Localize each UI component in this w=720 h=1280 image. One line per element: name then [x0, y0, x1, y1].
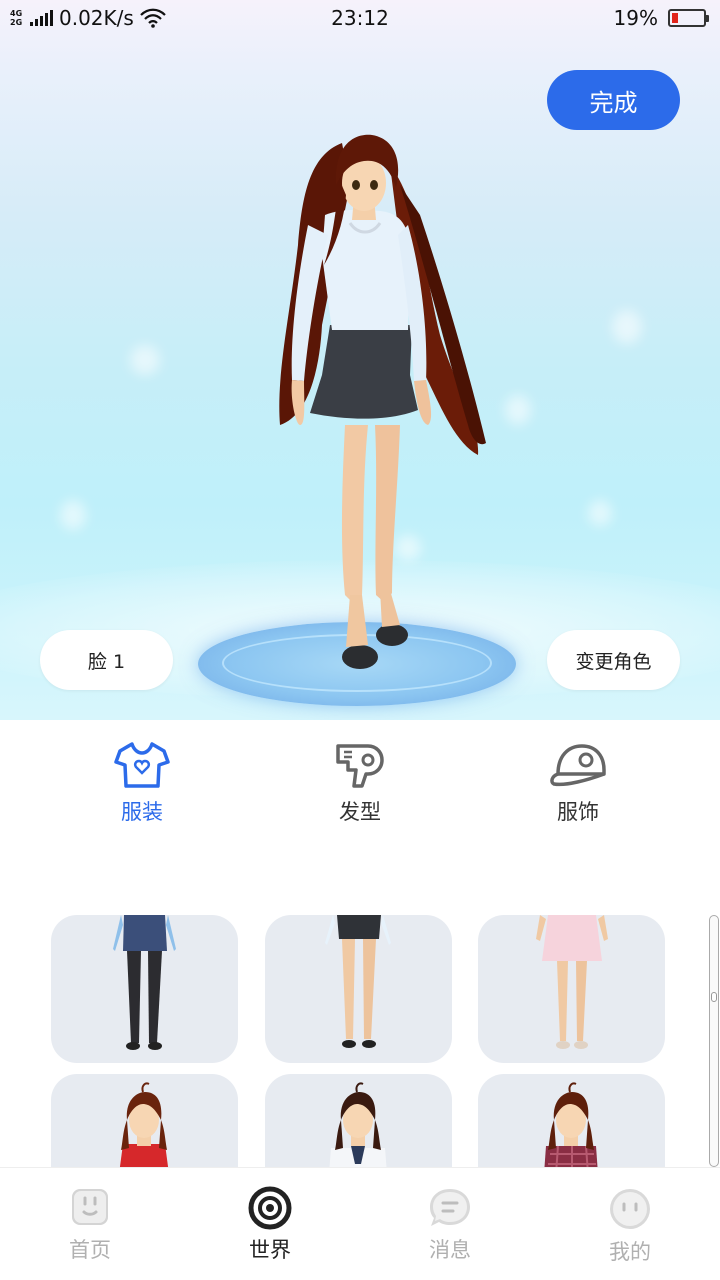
profile-face-icon — [610, 1189, 650, 1229]
nav-profile[interactable]: 我的 — [570, 1186, 690, 1266]
character-model[interactable] — [250, 125, 500, 685]
tshirt-icon — [114, 742, 170, 788]
outfit-black-skirt — [325, 915, 391, 1048]
outfit-card[interactable] — [51, 1074, 238, 1167]
bottom-nav: 首页 世界 消息 我的 — [0, 1167, 720, 1280]
nav-world[interactable]: 世界 — [210, 1186, 330, 1264]
done-button[interactable]: 完成 — [547, 70, 680, 130]
outfit-grid — [0, 915, 720, 1167]
cap-icon — [550, 744, 606, 787]
tab-accessories[interactable]: 服饰 — [518, 740, 638, 826]
clock: 23:12 — [331, 6, 389, 30]
sparkle-decoration — [612, 310, 642, 344]
outfit-card[interactable] — [478, 1074, 665, 1167]
tab-clothing[interactable]: 服装 — [82, 740, 202, 826]
battery-percent: 19% — [613, 6, 658, 30]
world-ring-icon — [248, 1186, 292, 1230]
outfit-white-jacket — [329, 1082, 387, 1167]
sparkle-decoration — [505, 395, 531, 425]
tab-clothing-label: 服装 — [121, 800, 163, 824]
tab-hairstyle[interactable]: 发型 — [300, 740, 420, 826]
outfit-pink-dress — [536, 915, 608, 1049]
tab-accessories-label: 服饰 — [557, 800, 599, 824]
home-face-icon — [72, 1189, 108, 1225]
outfit-red-top — [119, 1082, 169, 1167]
outfit-card[interactable] — [265, 1074, 452, 1167]
battery-level-fill — [672, 13, 678, 23]
outfit-card[interactable] — [265, 915, 452, 1063]
tab-hairstyle-label: 发型 — [339, 800, 381, 824]
nav-home[interactable]: 首页 — [30, 1186, 150, 1264]
battery-icon — [668, 9, 709, 27]
status-bar: 4G 2G 0.02K/s 23:12 19% — [0, 0, 720, 36]
change-role-button[interactable]: 变更角色 — [547, 630, 680, 690]
category-tabs: 服装 发型 服饰 — [0, 720, 720, 830]
nav-profile-label: 我的 — [609, 1240, 651, 1264]
nav-messages-label: 消息 — [429, 1238, 471, 1262]
sparkle-decoration — [588, 500, 612, 526]
outfit-blue-skirt-black-tights — [113, 915, 176, 1050]
hairdryer-icon — [336, 744, 384, 788]
outfit-card[interactable] — [51, 915, 238, 1063]
avatar-scene[interactable]: 完成 脸 1 变更角色 — [0, 0, 720, 720]
nav-messages[interactable]: 消息 — [390, 1186, 510, 1264]
nav-world-label: 世界 — [249, 1238, 291, 1262]
grid-scrollbar[interactable] — [709, 915, 719, 1167]
nav-home-label: 首页 — [69, 1238, 111, 1262]
status-right: 19% — [613, 6, 709, 30]
grid-scrollbar-thumb[interactable] — [711, 992, 717, 1002]
app-screen: 完成 脸 1 变更角色 4G 2G 0.02K/s 23:12 19% 服装 发… — [0, 0, 720, 1280]
face-selector-button[interactable]: 脸 1 — [40, 630, 173, 690]
sparkle-decoration — [130, 345, 160, 375]
sparkle-decoration — [60, 500, 86, 530]
message-icon — [430, 1189, 470, 1226]
outfit-plaid-shirt — [544, 1082, 598, 1167]
outfit-card[interactable] — [478, 915, 665, 1063]
